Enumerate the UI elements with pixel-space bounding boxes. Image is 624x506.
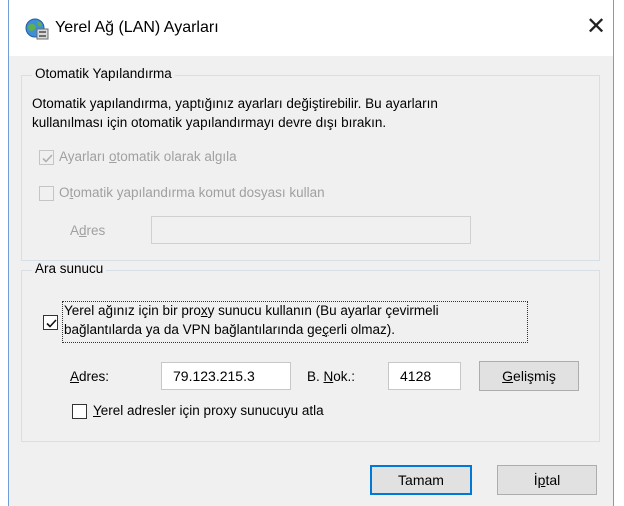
use-proxy-label-line1: Yerel ağınız için bir proxy sunucu kulla… [64,303,439,318]
script-address-input[interactable] [151,216,471,244]
use-script-label: Otomatik yapılandırma komut dosyası kull… [59,185,325,200]
auto-detect-label: Ayarları otomatik olarak algıla [59,149,237,164]
auto-config-description-line1: Otomatik yapılandırma, yaptığınız ayarla… [32,96,438,111]
proxy-port-input[interactable]: 4128 [388,362,461,390]
bypass-local-checkbox[interactable] [72,404,87,419]
checkmark-icon [46,319,57,328]
proxy-legend: Ara sunucu [32,261,107,276]
proxy-port-label: B. Nok.: [307,369,356,384]
ok-button[interactable]: Tamam [370,465,472,495]
auto-detect-checkbox[interactable] [39,150,54,165]
checkmark-icon [42,154,53,163]
title-bar: Yerel Ağ (LAN) Ayarları ✕ [9,0,613,56]
dialog-title: Yerel Ağ (LAN) Ayarları [55,19,219,36]
auto-config-legend: Otomatik Yapılandırma [32,66,175,81]
close-icon[interactable]: ✕ [583,12,609,42]
advanced-button[interactable]: Gelişmiş [479,361,579,391]
network-settings-icon [25,18,49,40]
cancel-button[interactable]: İptal [497,465,597,495]
use-proxy-label-line2: bağlantılarda ya da VPN bağlantılarında … [64,322,395,337]
auto-config-description-line2: kullanılması için otomatik yapılandırmay… [32,115,387,130]
use-proxy-checkbox[interactable] [43,315,58,330]
use-script-checkbox[interactable] [39,186,54,201]
proxy-address-input[interactable]: 79.123.215.3 [161,362,291,390]
proxy-address-label: Adres: [70,369,110,384]
lan-settings-dialog: Yerel Ağ (LAN) Ayarları ✕ Otomatik Yapıl… [8,0,614,506]
bypass-local-label: Yerel adresler için proxy sunucuyu atla [93,403,324,418]
script-address-label: Adres [70,223,106,238]
